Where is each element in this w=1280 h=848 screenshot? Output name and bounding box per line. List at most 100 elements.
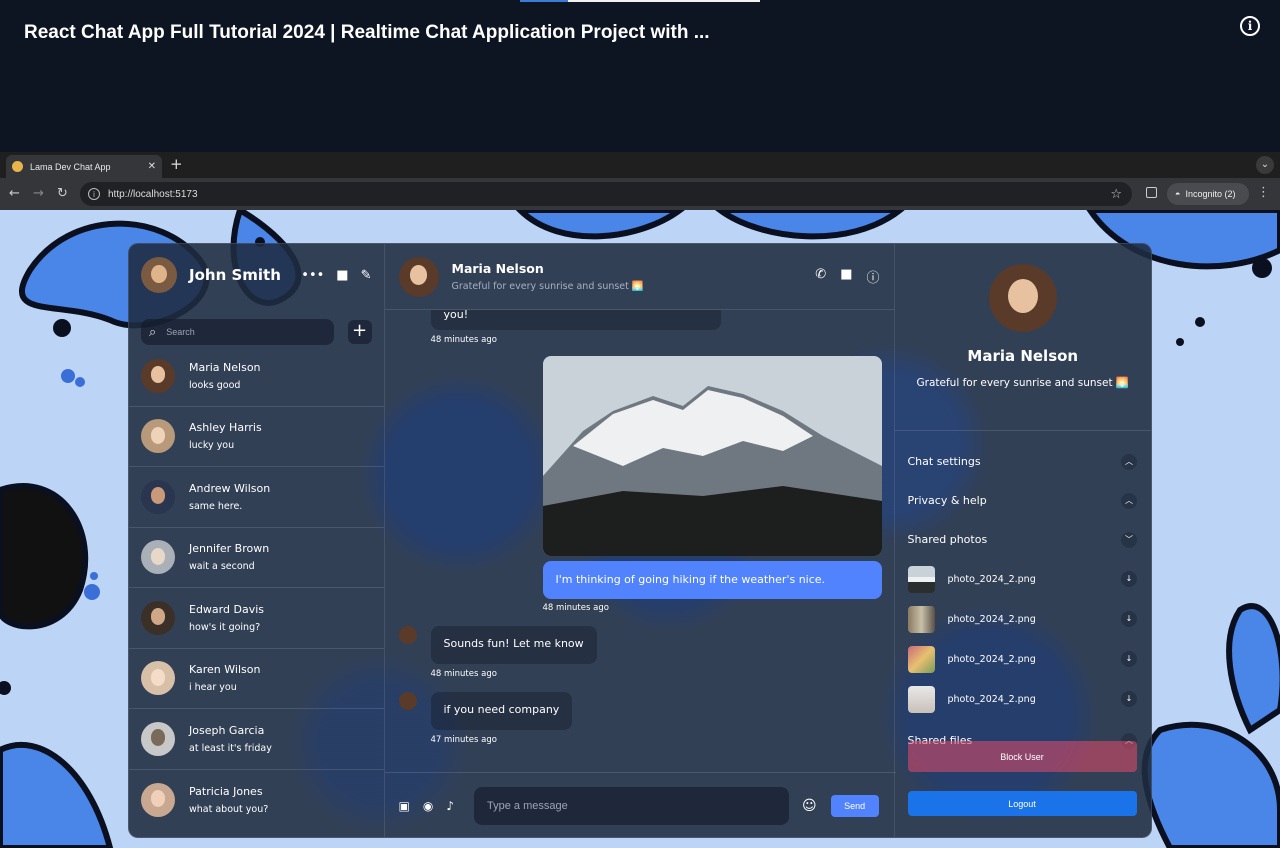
message-text: you!	[443, 310, 469, 321]
photo-thumbnail	[907, 565, 935, 593]
search-bar: ⌕	[141, 319, 334, 345]
edit-icon[interactable]: ✎	[361, 268, 372, 283]
avatar	[141, 782, 175, 817]
chat-avatar[interactable]	[398, 256, 439, 297]
info-icon[interactable]: i	[1240, 16, 1260, 36]
message-text: Sounds fun! Let me know	[443, 637, 584, 650]
chat-item[interactable]: Patricia Jones what about you?	[129, 770, 384, 831]
favicon-icon	[12, 161, 23, 172]
forward-icon[interactable]: →	[33, 186, 44, 201]
emoji-icon[interactable]: ☺	[802, 798, 817, 814]
tab-search-button[interactable]: ⌄	[1256, 156, 1274, 174]
message-time: 47 minutes ago	[430, 735, 497, 745]
url-text[interactable]: http://localhost:5173	[108, 189, 1110, 200]
search-input[interactable]	[166, 327, 307, 337]
address-bar[interactable]: i http://localhost:5173 ☆	[80, 182, 1132, 206]
browser-tab[interactable]: Lama Dev Chat App ✕	[6, 155, 162, 178]
avatar	[141, 419, 175, 454]
chat-item[interactable]: Edward Davis how's it going?	[129, 588, 384, 649]
message-text: if you need company	[443, 703, 560, 716]
browser-toolbar: ← → ↻ i http://localhost:5173 ☆ ◓ Incogn…	[0, 178, 1280, 210]
chat-name: Andrew Wilson	[189, 481, 271, 495]
chat-name: Maria Nelson	[189, 360, 261, 374]
chat-last-message: what about you?	[189, 803, 269, 815]
option-chat-settings[interactable]: Chat settings ︿	[895, 442, 1152, 481]
chevron-up-icon[interactable]: ︿	[1121, 453, 1137, 470]
side-panel-icon[interactable]	[1146, 187, 1157, 198]
download-icon[interactable]: ↓	[1121, 571, 1137, 587]
chat-last-message: same here.	[189, 500, 243, 512]
send-button[interactable]: Send	[830, 795, 879, 817]
chat-item[interactable]: Maria Nelson looks good	[129, 346, 384, 407]
block-user-button[interactable]: Block User	[907, 741, 1137, 772]
shared-image[interactable]	[542, 356, 882, 556]
chevron-up-icon[interactable]: ︿	[1121, 492, 1137, 509]
search-icon: ⌕	[149, 324, 157, 340]
message-input[interactable]	[474, 787, 789, 825]
user-info: John Smith ••• ■ ✎	[129, 244, 384, 306]
chat-status: Grateful for every sunrise and sunset 🌅	[451, 281, 644, 292]
user-name: John Smith	[189, 266, 281, 284]
detail-avatar	[988, 264, 1057, 332]
incognito-label: Incognito (2)	[1185, 189, 1236, 199]
option-privacy[interactable]: Privacy & help ︿	[895, 481, 1152, 520]
message-list: you! 48 minutes ago I'm thinking of goin…	[385, 310, 896, 772]
video-call-icon[interactable]: ■	[840, 267, 852, 286]
chat-last-message: at least it's friday	[189, 742, 272, 754]
chat-item[interactable]: Andrew Wilson same here.	[129, 467, 384, 528]
detail-status: Grateful for every sunrise and sunset 🌅	[916, 377, 1129, 389]
detail-user: Maria Nelson Grateful for every sunrise …	[894, 264, 1151, 431]
mic-icon[interactable]: ♪	[446, 799, 454, 813]
site-info-icon[interactable]: i	[88, 188, 100, 200]
phone-icon[interactable]: ✆	[815, 267, 826, 286]
download-icon[interactable]: ↓	[1121, 691, 1137, 707]
video-progress-bar[interactable]	[520, 0, 760, 2]
chat-item[interactable]: Joseph Garcia at least it's friday	[129, 709, 384, 770]
add-user-button[interactable]: +	[347, 320, 372, 344]
chevron-down-icon[interactable]: ﹀	[1121, 531, 1137, 548]
bookmark-star-icon[interactable]: ☆	[1110, 187, 1122, 202]
shared-photo-item[interactable]: photo_2024_2.png ↓	[895, 639, 1152, 679]
message-bubble: Sounds fun! Let me know	[430, 626, 597, 664]
camera-icon[interactable]: ◉	[423, 799, 433, 813]
chat-header: Maria Nelson Grateful for every sunrise …	[384, 244, 894, 310]
avatar	[141, 661, 175, 696]
shared-photo-item[interactable]: photo_2024_2.png ↓	[895, 679, 1152, 719]
video-title: React Chat App Full Tutorial 2024 | Real…	[24, 22, 710, 43]
more-icon[interactable]: •••	[301, 268, 324, 283]
back-icon[interactable]: ←	[9, 186, 20, 201]
message-bubble: you!	[430, 310, 721, 330]
new-tab-button[interactable]: +	[170, 155, 183, 173]
shared-photo-item[interactable]: photo_2024_2.png ↓	[895, 559, 1152, 599]
close-tab-icon[interactable]: ✕	[148, 161, 156, 172]
video-header: React Chat App Full Tutorial 2024 | Real…	[0, 0, 1280, 152]
message-text: I'm thinking of going hiking if the weat…	[555, 573, 826, 586]
video-icon[interactable]: ■	[336, 268, 348, 283]
chat-panel: Maria Nelson Grateful for every sunrise …	[384, 244, 896, 837]
avatar	[141, 540, 175, 575]
chat-item[interactable]: Ashley Harris lucky you	[129, 407, 384, 467]
tab-title: Lama Dev Chat App	[30, 161, 111, 172]
option-label: Privacy & help	[907, 494, 987, 507]
browser-tabstrip: Lama Dev Chat App ✕ + ⌄	[0, 152, 1280, 178]
chat-last-message: how's it going?	[189, 621, 261, 633]
download-icon[interactable]: ↓	[1121, 611, 1137, 627]
image-icon[interactable]: ▣	[399, 799, 410, 813]
download-icon[interactable]: ↓	[1121, 651, 1137, 667]
incognito-badge[interactable]: ◓ Incognito (2)	[1167, 183, 1249, 205]
info-icon[interactable]: ⓘ	[866, 267, 879, 286]
chat-name: Ashley Harris	[189, 421, 262, 435]
web-page: John Smith ••• ■ ✎ ⌕ + Maria Nelson looks…	[0, 210, 1280, 848]
reload-icon[interactable]: ↻	[57, 186, 68, 201]
chat-item[interactable]: Karen Wilson i hear you	[129, 649, 384, 709]
chat-item[interactable]: Jennifer Brown wait a second	[129, 528, 384, 588]
shared-photo-item[interactable]: photo_2024_2.png ↓	[895, 599, 1152, 639]
detail-name: Maria Nelson	[967, 347, 1079, 365]
browser-menu-icon[interactable]: ⋮	[1257, 185, 1270, 200]
user-avatar[interactable]	[141, 257, 177, 293]
logout-button[interactable]: Logout	[907, 791, 1137, 816]
chat-title: Maria Nelson	[451, 261, 544, 276]
avatar	[141, 721, 175, 756]
option-shared-photos[interactable]: Shared photos ﹀	[895, 520, 1152, 559]
avatar	[141, 358, 175, 393]
